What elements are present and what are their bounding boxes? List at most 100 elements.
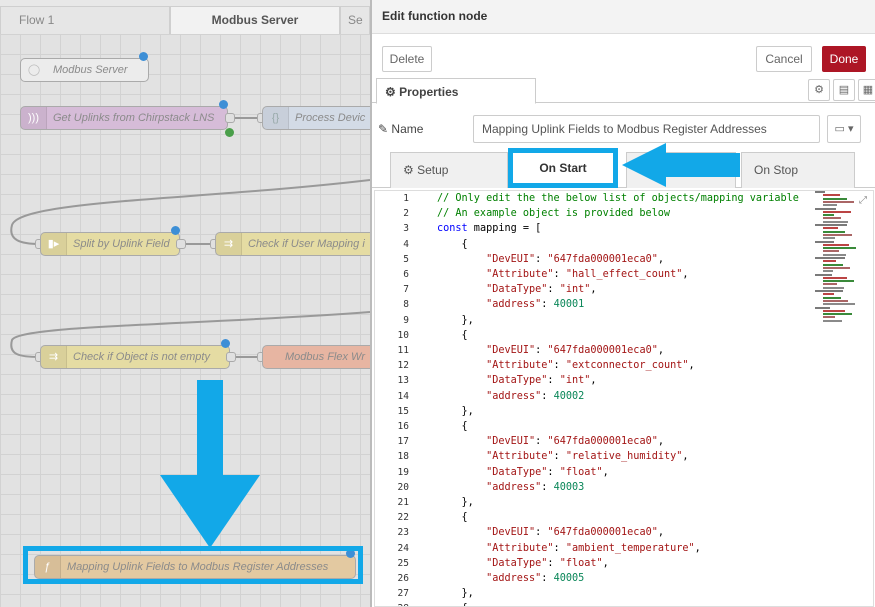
line-number: 27 <box>397 588 409 600</box>
code-line: "DevEUI": "647fda000001eca0", <box>486 345 664 356</box>
line-number: 19 <box>397 466 409 478</box>
line-number: 4 <box>403 238 409 250</box>
changed-dot-icon <box>139 52 148 61</box>
line-number: 26 <box>397 573 409 584</box>
minimap-stroke <box>823 194 840 197</box>
minimap-stroke <box>823 217 841 220</box>
changed-dot-icon <box>219 100 228 109</box>
node-modbus-server[interactable]: ◯ Modbus Server <box>20 58 149 82</box>
line-number: 8 <box>403 299 409 311</box>
comment-icon: ◯ <box>27 64 41 76</box>
code-line: { <box>437 512 468 524</box>
code-line: "DevEUI": "647fda000001eca0", <box>486 436 664 448</box>
tab-label: Properties <box>399 85 459 99</box>
highlight-box <box>23 546 363 584</box>
changed-dot-icon <box>221 339 230 348</box>
minimap-stroke <box>823 299 848 302</box>
minimap-stroke <box>823 233 852 236</box>
node-process-device[interactable]: {} Process Devic <box>262 106 370 130</box>
mqtt-in-icon: ))) <box>21 107 47 129</box>
minimap-stroke <box>823 204 837 207</box>
code-line: // Only edit the the below list of objec… <box>437 193 799 204</box>
tray-title: Edit function node <box>372 0 875 34</box>
code-line: "Attribute": "extconnector_count", <box>486 360 695 372</box>
node-check-object[interactable]: ⇉ Check if Object is not empty <box>40 345 230 369</box>
code-line: { <box>437 329 468 341</box>
tab-label: On Stop <box>754 163 799 177</box>
minimap-stroke <box>823 309 845 312</box>
line-number: 2 <box>403 208 409 220</box>
line-number: 17 <box>397 436 409 448</box>
tab-on-start[interactable]: On Start <box>508 148 618 188</box>
icon-menu-button[interactable]: ▭ ▾ <box>827 115 861 143</box>
tab-label: Setup <box>417 163 449 177</box>
line-number: 6 <box>403 269 409 280</box>
code-line: "DataType": "float", <box>486 466 609 478</box>
minimap-stroke <box>823 313 852 316</box>
tab-setup[interactable]: ⚙ Setup <box>390 152 508 188</box>
code-editor[interactable]: 1 2 3 4 5 6 7 8 9 10 11 12 13 14 15 16 17 18 19 20 21 22 23 24 2… <box>374 190 874 607</box>
minimap-stroke <box>823 296 841 299</box>
node-get-uplinks[interactable]: ))) Get Uplinks from Chirpstack LNS <box>20 106 228 130</box>
delete-button[interactable]: Delete <box>382 46 432 72</box>
line-number: 3 <box>403 223 409 235</box>
minimap-stroke <box>823 230 845 233</box>
code-minimap[interactable] <box>815 191 859 331</box>
line-number: 15 <box>397 405 409 417</box>
node-check-mapping[interactable]: ⇉ Check if User Mapping i <box>215 232 370 256</box>
minimap-stroke <box>815 306 830 309</box>
tab-on-stop[interactable]: On Stop <box>741 152 855 188</box>
line-number: 28 <box>375 603 409 606</box>
code-line: const mapping = [ <box>437 223 542 235</box>
minimap-stroke <box>823 276 847 279</box>
line-number: 23 <box>397 527 409 539</box>
tab-properties[interactable]: ⚙ Properties <box>376 78 536 104</box>
code-line: }, <box>437 314 474 326</box>
name-row: ✎ Name ▭ ▾ <box>372 113 875 143</box>
cancel-button[interactable]: Cancel <box>756 46 812 72</box>
flow-workspace[interactable]: Flow 1 Modbus Server Se ◯ Modbus Server … <box>0 0 370 607</box>
line-number: 7 <box>403 284 409 296</box>
output-port[interactable] <box>225 113 235 123</box>
code-line: }, <box>437 405 474 417</box>
done-button[interactable]: Done <box>822 46 866 72</box>
code-line: "DevEUI": "647fda000001eca0", <box>486 253 664 265</box>
split-icon: ▮▸ <box>41 233 67 255</box>
node-split[interactable]: ▮▸ Split by Uplink Field <box>40 232 180 256</box>
tab-label: On Start <box>539 161 587 175</box>
minimap-stroke <box>823 260 836 263</box>
expand-icon[interactable]: ⤢ <box>859 195 867 206</box>
minimap-stroke <box>815 273 832 276</box>
code-line: { <box>437 238 468 250</box>
node-label: Modbus Flex Wr <box>285 351 366 363</box>
line-number: 1 <box>403 193 409 204</box>
minimap-stroke <box>815 257 845 259</box>
minimap-stroke <box>815 224 847 226</box>
edit-tray: Edit function node Delete Cancel Done ⚙ … <box>370 0 875 607</box>
minimap-stroke <box>823 243 849 246</box>
line-number: 5 <box>403 253 409 265</box>
description-icon[interactable]: ▤ <box>833 79 855 101</box>
line-number: 13 <box>397 375 409 387</box>
line-number: 14 <box>397 390 409 402</box>
minimap-stroke <box>815 240 834 243</box>
minimap-stroke <box>823 237 835 240</box>
node-label: Get Uplinks from Chirpstack LNS <box>53 112 215 124</box>
minimap-stroke <box>823 227 838 230</box>
output-port[interactable] <box>226 352 236 362</box>
line-number: 11 <box>397 345 409 356</box>
node-label: Check if User Mapping i <box>248 238 365 250</box>
settings-gear-icon[interactable]: ⚙ <box>808 79 830 101</box>
gear-icon: ⚙ <box>403 163 414 177</box>
line-number-gutter: 1 2 3 4 5 6 7 8 9 10 11 12 13 14 15 16 17 18 19 20 21 22 23 24 2… <box>375 191 423 606</box>
node-modbus-flex[interactable]: Modbus Flex Wr <box>262 345 370 369</box>
output-port[interactable] <box>176 239 186 249</box>
minimap-stroke <box>815 191 825 193</box>
switch-icon: ⇉ <box>216 233 242 255</box>
line-number: 18 <box>397 451 409 463</box>
appearance-icon[interactable]: ▦ <box>858 79 875 101</box>
line-number: 24 <box>397 542 409 554</box>
name-field[interactable] <box>473 115 820 143</box>
left-arrow-icon <box>622 143 740 187</box>
minimap-stroke <box>823 280 854 283</box>
